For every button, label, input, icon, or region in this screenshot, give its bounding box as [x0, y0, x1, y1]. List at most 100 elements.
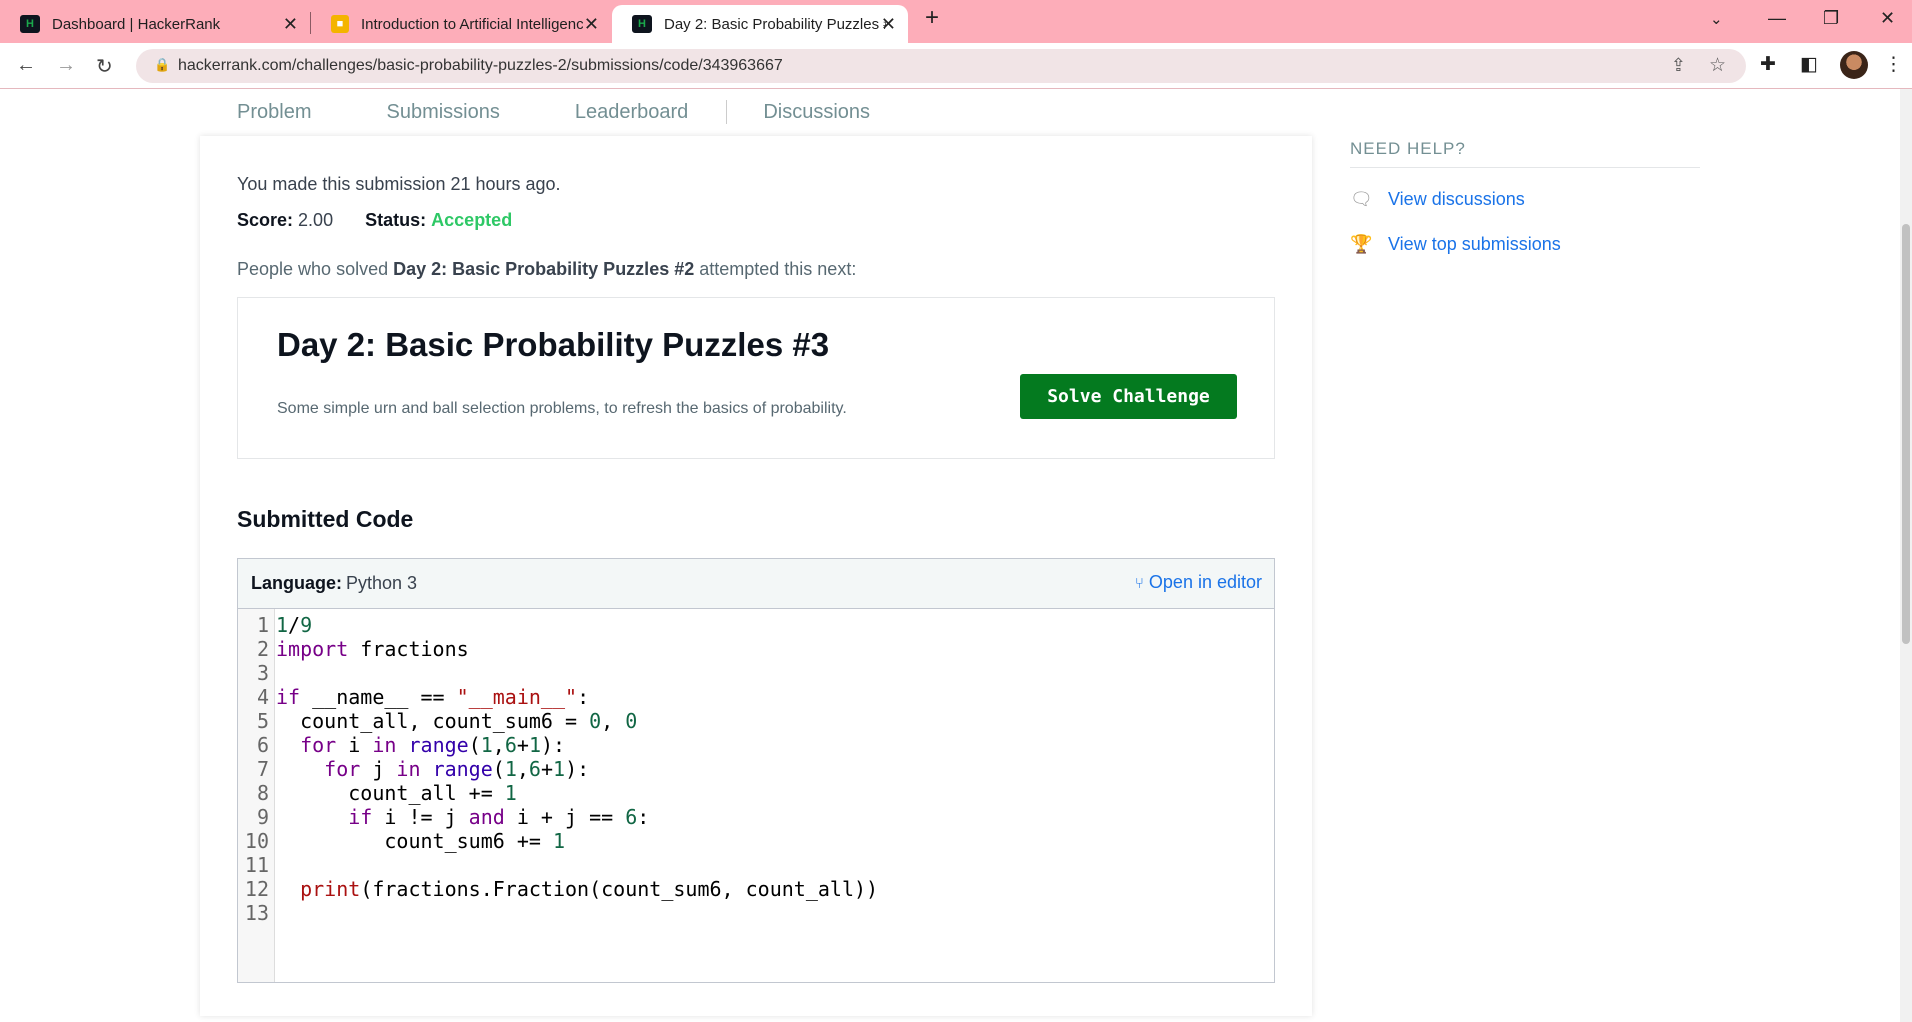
bookmark-star-icon[interactable]: ☆	[1709, 54, 1726, 77]
language-label: Language:	[251, 573, 343, 593]
line-number: 10	[244, 829, 269, 853]
line-text: 1/9	[276, 613, 313, 637]
code-line: 6 for i in range(1,6+1):	[238, 733, 1274, 757]
code-line: 10 count_sum6 += 1	[238, 829, 1274, 853]
avatar[interactable]	[1840, 51, 1868, 79]
tab-current[interactable]: H Day 2: Basic Probability Puzzles #2 ✕	[612, 5, 908, 43]
menu-icon[interactable]: ⋮	[1884, 53, 1903, 76]
code-line: 13	[238, 901, 1274, 925]
view-top-submissions-link[interactable]: 🏆 View top submissions	[1350, 234, 1561, 255]
line-number: 2	[256, 637, 269, 661]
tab-title: Introduction to Artificial Intelligence	[361, 15, 583, 33]
next-challenge-title[interactable]: Day 2: Basic Probability Puzzles #3	[277, 326, 829, 364]
code-line: 5 count_all, count_sum6 = 0, 0	[238, 709, 1274, 733]
score-label: Score:	[237, 210, 294, 230]
code-body: 1 1/9 2 import fractions 3 4 if __name__ == "_…	[238, 609, 1274, 925]
tab-title: Day 2: Basic Probability Puzzles #2	[664, 15, 886, 33]
minimize-icon[interactable]: —	[1768, 8, 1786, 29]
extensions-icon[interactable]: ✚	[1760, 53, 1776, 76]
lock-icon: 🔒	[154, 57, 171, 72]
need-help-heading: NEED HELP?	[1350, 139, 1466, 158]
people-prefix: People who solved	[237, 259, 394, 279]
line-text	[272, 661, 276, 685]
side-panel-icon[interactable]: ◧	[1800, 53, 1818, 76]
line-text: if __name__ == "__main__":	[276, 685, 590, 709]
new-tab-button[interactable]: +	[925, 4, 939, 32]
line-number: 8	[256, 781, 269, 805]
line-number: 5	[256, 709, 269, 733]
forward-icon[interactable]: →	[56, 54, 76, 77]
back-icon[interactable]: ←	[16, 54, 36, 77]
tab-dashboard[interactable]: H Dashboard | HackerRank ✕	[0, 5, 310, 43]
view-discussions-link[interactable]: 🗨 View discussions	[1350, 189, 1525, 210]
score-value: 2.00	[298, 210, 334, 230]
omnibox[interactable]: 🔒 hackerrank.com/challenges/basic-probab…	[136, 49, 1746, 83]
code-line: 4 if __name__ == "__main__":	[238, 685, 1274, 709]
tab-submissions[interactable]: Submissions	[386, 101, 499, 124]
branch-icon: ⑂	[1134, 575, 1144, 592]
share-icon[interactable]: ⇪	[1671, 55, 1686, 76]
code-line: 7 for j in range(1,6+1):	[238, 757, 1274, 781]
people-challenge: Day 2: Basic Probability Puzzles #2	[393, 259, 695, 279]
language-value: Python 3	[346, 573, 418, 593]
people-suffix: attempted this next:	[694, 259, 857, 279]
view-discussions-label: View discussions	[1388, 189, 1525, 209]
tab-discussions[interactable]: Discussions	[763, 101, 870, 124]
line-number: 9	[256, 805, 269, 829]
tab-leaderboard[interactable]: Leaderboard	[575, 101, 688, 124]
line-text: for i in range(1,6+1):	[300, 733, 566, 757]
trophy-icon: 🏆	[1350, 234, 1373, 254]
view-top-label: View top submissions	[1388, 234, 1561, 254]
line-text: for j in range(1,6+1):	[324, 757, 590, 781]
tab-problem[interactable]: Problem	[237, 101, 311, 124]
line-number: 6	[256, 733, 269, 757]
subnav-divider	[726, 100, 728, 124]
people-solved-text: People who solved Day 2: Basic Probabili…	[237, 259, 856, 280]
tab-ai-course[interactable]: ■ Introduction to Artificial Intelligenc…	[311, 5, 611, 43]
hackerrank-icon: H	[20, 15, 40, 33]
close-icon[interactable]: ✕	[584, 14, 599, 35]
tab-title: Dashboard | HackerRank	[52, 15, 221, 33]
page-content: Problem Submissions Leaderboard Discussi…	[0, 89, 1900, 1022]
classroom-icon: ■	[331, 15, 349, 33]
scrollbar-thumb[interactable]	[1902, 224, 1910, 644]
next-challenge-description: Some simple urn and ball selection probl…	[277, 400, 847, 417]
line-number: 11	[244, 853, 269, 877]
line-number: 4	[256, 685, 269, 709]
code-header: Language: Python 3 ⑂ Open in editor	[238, 559, 1274, 609]
url-text[interactable]: hackerrank.com/challenges/basic-probabil…	[178, 57, 783, 75]
open-in-editor-label: Open in editor	[1148, 572, 1262, 592]
reload-icon[interactable]: ↻	[96, 54, 113, 79]
hackerrank-icon: H	[632, 15, 652, 33]
code-line: 12 print(fractions.Fraction(count_sum6, …	[238, 877, 1274, 901]
score-status-line: Score: 2.00 Status: Accepted	[237, 210, 512, 231]
code-line: 1 1/9	[238, 613, 1274, 637]
submitted-code-title: Submitted Code	[237, 506, 414, 532]
tab-search-icon[interactable]: ⌄	[1710, 10, 1723, 28]
code-line: 8 count_all += 1	[238, 781, 1274, 805]
next-challenge-card: Day 2: Basic Probability Puzzles #3 Some…	[237, 297, 1275, 459]
submission-card: You made this submission 21 hours ago. S…	[200, 136, 1312, 1016]
line-text: count_all, count_sum6 = 0, 0	[276, 709, 638, 733]
line-number: 3	[256, 661, 269, 685]
challenge-subnav: Problem Submissions Leaderboard Discussi…	[200, 89, 870, 135]
page-scrollbar[interactable]	[1900, 89, 1912, 1022]
window-close-icon[interactable]: ✕	[1880, 8, 1895, 29]
open-in-editor-link[interactable]: ⑂ Open in editor	[1135, 572, 1262, 593]
close-icon[interactable]: ✕	[881, 14, 896, 35]
code-line: 9 if i != j and i + j == 6:	[238, 805, 1274, 829]
submission-time: You made this submission 21 hours ago.	[237, 174, 561, 194]
address-bar-row: ← → ↻ 🔒 hackerrank.com/challenges/basic-…	[0, 43, 1912, 89]
close-icon[interactable]: ✕	[283, 14, 298, 35]
line-text: count_sum6 += 1	[276, 829, 565, 853]
code-line: 11	[238, 853, 1274, 877]
restore-icon[interactable]: ❐	[1823, 8, 1839, 29]
line-text	[272, 853, 276, 877]
code-line: 3	[238, 661, 1274, 685]
line-number: 1	[256, 613, 269, 637]
status-badge: Accepted	[431, 210, 513, 230]
code-viewer: Language: Python 3 ⑂ Open in editor 1 1/9…	[237, 558, 1275, 983]
line-text: if i != j and i + j == 6:	[348, 805, 650, 829]
solve-challenge-button[interactable]: Solve Challenge	[1020, 374, 1237, 419]
line-text: print(fractions.Fraction(count_sum6, cou…	[300, 877, 879, 901]
